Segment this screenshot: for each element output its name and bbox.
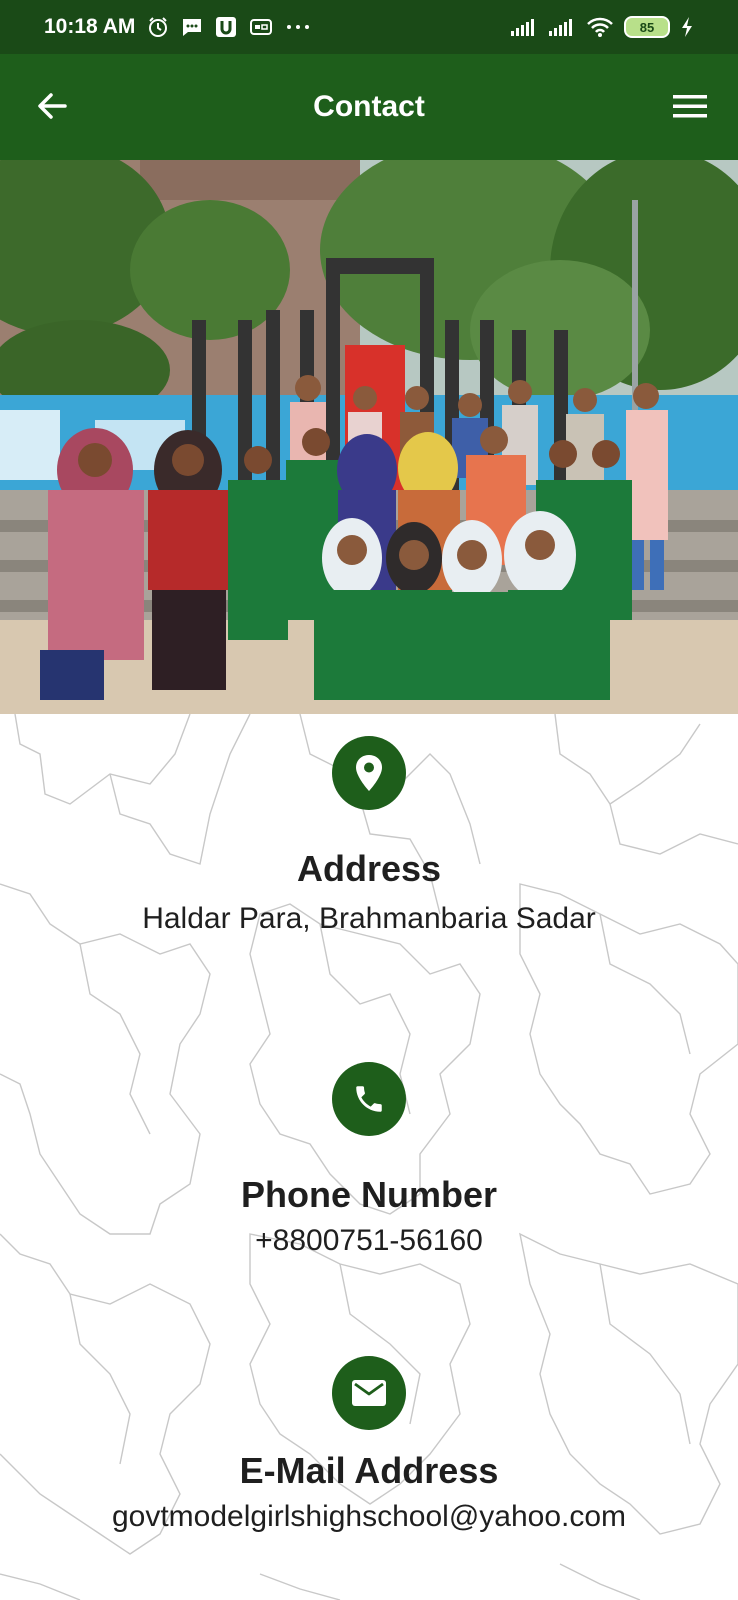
signal-icon: [548, 16, 576, 38]
menu-button[interactable]: [668, 84, 712, 128]
page-title: Contact: [313, 90, 425, 123]
email-value[interactable]: govtmodelgirlshighschool@yahoo.com: [0, 1500, 738, 1534]
back-button[interactable]: [30, 84, 74, 128]
vpn-icon: [249, 16, 273, 38]
status-left: 10:18 AM: [44, 15, 311, 39]
arrow-back-icon: [38, 93, 67, 119]
address-value: Haldar Para, Brahmanbaria Sadar: [142, 902, 596, 935]
phone-section: Phone Number +8800751-56160: [0, 1062, 738, 1258]
status-bar: 10:18 AM 85: [0, 0, 738, 54]
email-icon-circle[interactable]: [332, 1356, 406, 1430]
alarm-icon: [147, 16, 169, 38]
address-section: Address Haldar Para, Brahmanbaria Sadar: [0, 736, 738, 936]
battery-icon: 85: [624, 16, 670, 38]
hamburger-menu-icon: [673, 95, 707, 118]
signal-icon: [510, 16, 538, 38]
u-app-icon: [215, 16, 237, 38]
phone-icon-circle[interactable]: [332, 1062, 406, 1136]
address-icon-circle[interactable]: [332, 736, 406, 810]
more-dots-icon: [285, 16, 311, 38]
message-icon: [181, 16, 203, 38]
email-title: E-Mail Address: [239, 1450, 499, 1491]
group-photo-illustration: [0, 160, 738, 714]
status-time: 10:18 AM: [44, 15, 136, 38]
hero-group-photo: [0, 160, 738, 714]
address-title: Address: [296, 848, 442, 889]
charging-icon: [680, 16, 694, 38]
email-icon: [352, 1380, 386, 1406]
status-right: 85: [510, 16, 694, 38]
wifi-icon: [586, 16, 614, 38]
email-section: E-Mail Address govtmodelgirlshighschool@…: [0, 1356, 738, 1534]
location-pin-icon: [356, 755, 382, 791]
app-bar: Contact: [0, 54, 738, 160]
phone-value[interactable]: +8800751-56160: [0, 1224, 738, 1258]
phone-title: Phone Number: [240, 1174, 498, 1215]
contact-content: Address Haldar Para, Brahmanbaria Sadar …: [0, 714, 738, 1600]
phone-icon: [356, 1086, 382, 1112]
